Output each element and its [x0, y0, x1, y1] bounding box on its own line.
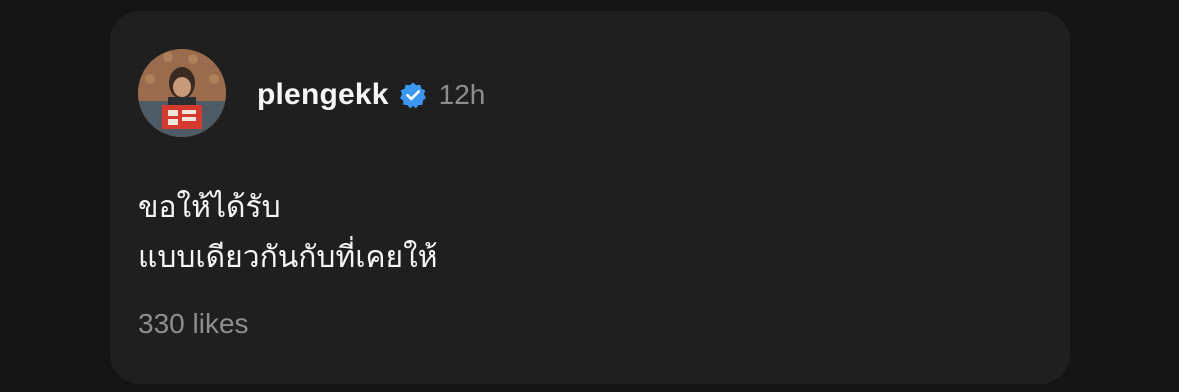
avatar[interactable] — [138, 49, 226, 137]
avatar-image — [138, 49, 226, 137]
post-timestamp: 12h — [438, 79, 486, 110]
post-card: plengekk 12h ขอให้ได้รับ แบบเดียวกันกับท… — [110, 11, 1070, 384]
verified-badge-icon — [399, 81, 427, 109]
caption-line: ขอให้ได้รับ — [138, 190, 281, 225]
username-link[interactable]: plengekk — [257, 78, 389, 112]
post-caption: ขอให้ได้รับ แบบเดียวกันกับที่เคยให้ — [138, 183, 438, 283]
page-background: plengekk 12h ขอให้ได้รับ แบบเดียวกันกับท… — [0, 0, 1179, 392]
caption-line: แบบเดียวกันกับที่เคยให้ — [138, 240, 438, 275]
likes-count[interactable]: 330 likes — [138, 308, 249, 340]
post-header: plengekk 12h — [257, 77, 485, 113]
